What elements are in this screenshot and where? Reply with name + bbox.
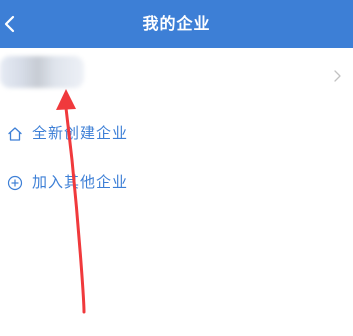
- home-icon: [8, 127, 22, 141]
- join-company-label: 加入其他企业: [32, 173, 129, 191]
- header-bar: 我的企业: [0, 0, 353, 48]
- back-button[interactable]: [0, 0, 28, 48]
- company-list-item[interactable]: [0, 48, 353, 104]
- create-company-button[interactable]: 全新创建企业: [0, 116, 353, 150]
- join-company-button[interactable]: 加入其他企业: [0, 165, 353, 199]
- chevron-right-icon: [334, 70, 341, 82]
- plus-circle-icon: [7, 175, 23, 191]
- create-company-label: 全新创建企业: [32, 124, 129, 142]
- chevron-left-icon: [4, 15, 15, 33]
- company-name-obscured: [0, 56, 84, 88]
- page-title: 我的企业: [142, 14, 211, 33]
